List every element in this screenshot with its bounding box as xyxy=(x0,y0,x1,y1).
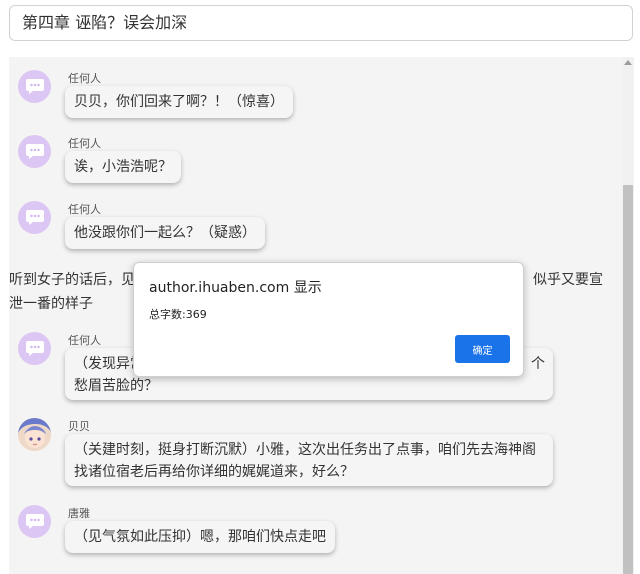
alert-dialog: author.ihuaben.com 显示 总字数:369 确定 xyxy=(133,262,524,377)
sender-name: 任何人 xyxy=(68,203,101,216)
ok-button[interactable]: 确定 xyxy=(455,335,510,363)
chat-bubble-icon xyxy=(18,505,51,538)
message-bubble: （见气氛如此压抑）嗯，那咱们快点走吧 xyxy=(65,521,335,553)
chapter-title: 第四章 诬陷？误会加深 xyxy=(22,13,188,32)
message-text-line2: 愁眉苦脸的？ xyxy=(74,378,158,394)
message-bubble: 诶，小浩浩呢？ xyxy=(65,151,181,183)
narration-right: 似乎又要宣 xyxy=(533,272,603,288)
sender-name: 贝贝 xyxy=(68,420,90,433)
message-bubble: （关建时刻，挺身打断沉默）小雅，这次出任务出了点事，咱们先去海神阁找诸位宿老后再… xyxy=(65,434,553,486)
narration-left: 听到女子的话后，见 xyxy=(9,272,135,288)
sender-name: 任何人 xyxy=(68,137,101,150)
chat-bubble-icon xyxy=(18,135,51,168)
dialog-message: 总字数:369 xyxy=(149,308,207,321)
anime-avatar xyxy=(18,418,51,451)
dialog-title: author.ihuaben.com 显示 xyxy=(149,280,322,296)
sender-name: 唐雅 xyxy=(68,507,90,520)
chat-bubble-icon xyxy=(18,201,51,234)
scrollbar[interactable] xyxy=(622,57,634,574)
sender-name: 任何人 xyxy=(68,72,101,85)
chat-bubble-icon xyxy=(18,70,51,103)
narration-line2: 泄一番的样子 xyxy=(9,296,93,312)
chapter-title-box[interactable]: 第四章 诬陷？误会加深 xyxy=(9,5,633,41)
message-bubble: 他没跟你们一起么？（疑惑） xyxy=(65,217,265,249)
sender-name: 任何人 xyxy=(68,334,101,347)
message-bubble: 贝贝，你们回来了啊？！（惊喜） xyxy=(65,86,293,118)
chat-bubble-icon xyxy=(18,332,51,365)
message-text-tail: 个 xyxy=(531,356,545,372)
scroll-thumb[interactable] xyxy=(623,185,633,574)
scroll-up-arrow-icon[interactable] xyxy=(624,60,632,65)
